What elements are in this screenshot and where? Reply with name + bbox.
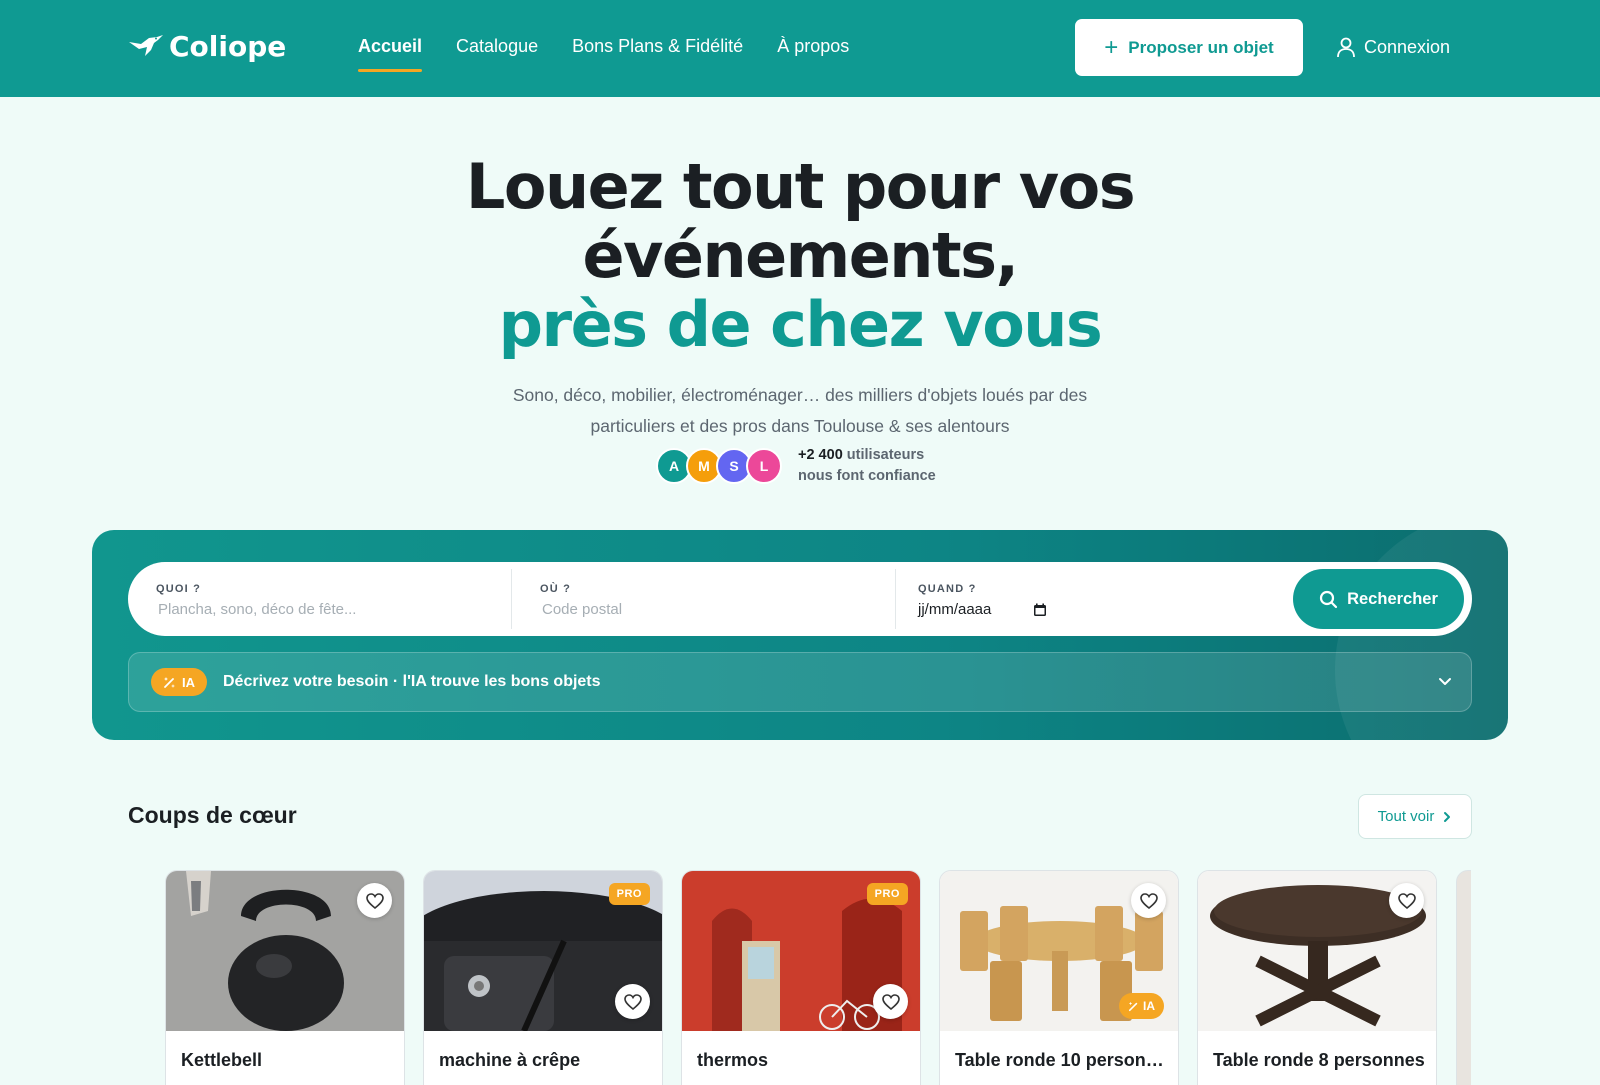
chevron-down-icon [1439,678,1451,685]
where-label: OÙ ? [540,583,572,595]
product-card[interactable]: PRO thermos [681,870,921,1085]
product-name: machine à crêpe [439,1050,581,1070]
chevron-right-icon [1444,811,1451,822]
search-button-label: Rechercher [1347,589,1438,608]
where-field: OÙ ? [512,569,896,629]
users-suffix: utilisateurs [846,447,925,463]
product-card[interactable]: IA Table ronde 10 personnes [939,870,1179,1085]
product-card[interactable]: PRO machine à crêpe [423,870,663,1085]
nav-catalogue[interactable]: Catalogue [456,36,538,57]
users-count: +2 400 [798,447,843,463]
nav-a-propos[interactable]: À propos [777,36,849,57]
heart-icon [623,993,642,1010]
user-icon [1337,37,1355,58]
product-card[interactable]: Kettlebell [165,870,405,1085]
magic-wand-icon [164,676,175,688]
ai-assistant-text: Décrivez votre besoin · l'IA trouve les … [223,673,601,690]
hummingbird-icon [129,34,163,56]
ia-badge-label: IA [1143,999,1155,1013]
nav-bons-plans[interactable]: Bons Plans & Fidélité [572,36,743,57]
favorites-carousel: Kettlebell PRO machine à crêpe PRO therm… [165,870,1471,1085]
where-input[interactable] [540,601,840,618]
login-link[interactable]: Connexion [1336,36,1450,58]
favorite-button[interactable] [1389,883,1424,918]
hero-title: Louez tout pour vos événements, près de … [300,152,1300,359]
propose-object-label: Proposer un objet [1128,37,1274,57]
avatar-stack: A M S L [656,448,782,484]
ia-badge-label: IA [182,674,195,690]
heart-icon [365,892,384,909]
product-name: thermos [697,1050,769,1070]
what-label: QUOI ? [156,583,202,595]
social-proof: A M S L +2 400 utilisateurs nous font co… [656,445,936,487]
favorite-button[interactable] [873,984,908,1019]
brand-name: Coliope [169,30,287,63]
pro-badge: PRO [608,883,650,905]
see-all-label: Tout voir [1377,808,1435,825]
product-card[interactable]: Table ronde 8 personnes [1197,870,1437,1085]
ia-badge: IA [151,668,207,696]
product-name: Table ronde 8 personnes [1213,1050,1425,1070]
magic-wand-icon [1128,1001,1138,1011]
hero-title-line1: Louez tout pour vos [465,150,1136,223]
when-field: QUAND ? jj/mm/aaaa [896,569,1246,629]
section-title: Coups de cœur [128,802,297,828]
search-panel: QUOI ? OÙ ? QUAND ? jj/mm/aaaa Recherche… [92,530,1508,740]
login-label: Connexion [1364,36,1451,57]
hero-subtitle: Sono, déco, mobilier, électroménager… de… [512,385,1088,436]
users-trust: nous font confiance [798,468,936,484]
see-all-button[interactable]: Tout voir [1358,794,1472,839]
pro-badge: PRO [866,883,908,905]
avatar: L [746,448,782,484]
when-label: QUAND ? [918,583,977,595]
ai-assistant-toggle[interactable]: IA Décrivez votre besoin · l'IA trouve l… [128,652,1472,712]
search-bar: QUOI ? OÙ ? QUAND ? jj/mm/aaaa Recherche… [128,562,1472,636]
date-value: jj/mm/aaaa [918,601,992,618]
plus-icon: + [1104,33,1119,61]
hero-title-line2: événements, [582,219,1019,292]
main-nav: Accueil Catalogue Bons Plans & Fidélité … [358,36,849,72]
brand-logo[interactable]: Coliope [127,30,286,63]
top-header: Coliope Accueil Catalogue Bons Plans & F… [0,0,1600,97]
search-button[interactable]: Rechercher [1293,569,1464,629]
propose-object-button[interactable]: + Proposer un objet [1075,19,1303,76]
product-name: Kettlebell [181,1050,263,1070]
favorite-button[interactable] [1131,883,1166,918]
what-input[interactable] [156,601,456,618]
heart-icon [881,993,900,1010]
calendar-icon[interactable] [1033,603,1047,617]
favorite-button[interactable] [357,883,392,918]
date-input[interactable]: jj/mm/aaaa [918,601,1246,618]
what-field: QUOI ? [128,569,512,629]
product-name: Table ronde 10 personnes [955,1050,1167,1070]
ia-badge: IA [1119,993,1164,1019]
nav-accueil[interactable]: Accueil [358,36,423,72]
product-card-peek[interactable] [1456,870,1471,1085]
heart-icon [1139,892,1158,909]
heart-icon [1397,892,1416,909]
users-count-text: +2 400 utilisateurs nous font confiance [798,445,936,487]
search-icon [1319,590,1338,608]
favorite-button[interactable] [615,984,650,1019]
hero-title-accent: près de chez vous [498,288,1103,361]
